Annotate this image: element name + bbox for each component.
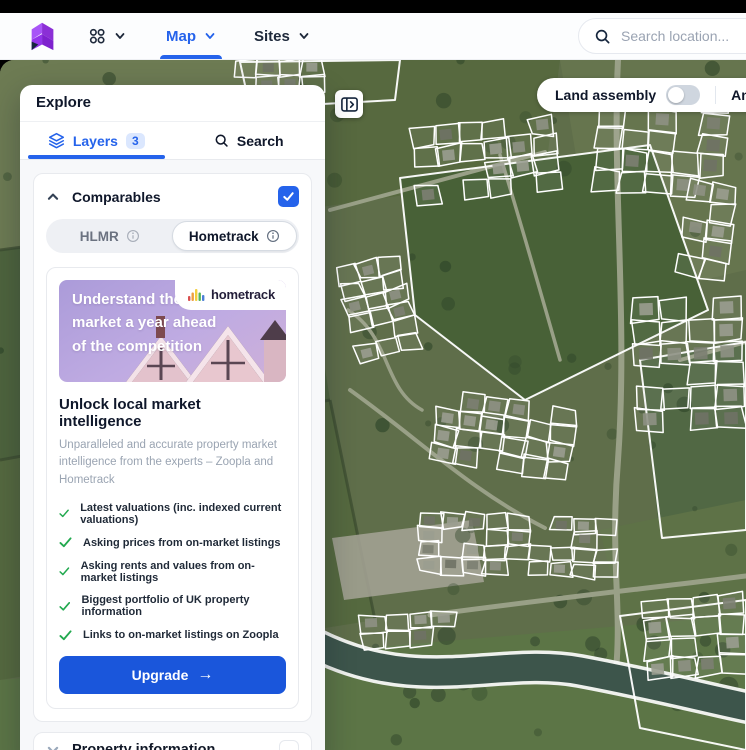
- segment-hlmr[interactable]: HLMR: [48, 221, 172, 251]
- app-window: Map Sites Search location... Land assemb…: [0, 0, 746, 750]
- promo-description: Unparalleled and accurate property marke…: [59, 439, 277, 486]
- comparables-source-switch: HLMR Hometrack: [46, 219, 299, 253]
- nav-map-label: Map: [166, 27, 196, 45]
- promo-heading: Unlock local market intelligence: [59, 396, 201, 430]
- feature-list: Latest valuations (inc. indexed current …: [59, 502, 286, 642]
- promo-banner: Understand the market a year ahead of th…: [59, 280, 286, 382]
- land-assembly-label: Land assembly: [555, 87, 657, 103]
- upgrade-label: Upgrade: [131, 666, 189, 683]
- layers-icon: [48, 132, 64, 149]
- explore-header: Explore: [20, 85, 325, 122]
- chevron-down-icon: [47, 747, 59, 750]
- feature-item: Biggest portfolio of UK property informa…: [59, 594, 286, 618]
- chevron-down-icon: [115, 33, 125, 39]
- panel-collapse-icon: [340, 96, 358, 112]
- segment-hometrack[interactable]: Hometrack: [171, 221, 297, 251]
- search-icon: [215, 134, 228, 147]
- grid-icon: [89, 28, 105, 44]
- hometrack-promo-card: Understand the market a year ahead of th…: [46, 267, 299, 709]
- tab-layers-label: Layers: [72, 132, 118, 149]
- explore-panel: Explore Layers 3 Search Comparables HLMR…: [20, 85, 325, 750]
- section-property-information[interactable]: Property information: [33, 731, 312, 750]
- panel-title: Explore: [36, 94, 92, 111]
- panel-tabs: Layers 3 Search: [20, 122, 325, 160]
- map-toolbar: Land assembly Annotations: [537, 78, 746, 112]
- comparables-header[interactable]: Comparables: [46, 186, 299, 207]
- nav-tab-sites[interactable]: Sites: [254, 13, 310, 59]
- content-area: Land assembly Annotations Explore Layers…: [0, 60, 746, 750]
- feature-item: Asking rents and values from on-market l…: [59, 560, 286, 584]
- info-icon[interactable]: [266, 229, 280, 243]
- location-search: [578, 18, 746, 54]
- check-icon: [283, 192, 294, 201]
- section-checkbox[interactable]: [279, 740, 299, 750]
- toolbar-divider: [715, 86, 717, 104]
- hometrack-label: Hometrack: [188, 228, 259, 244]
- nav-tab-map[interactable]: Map: [160, 13, 222, 59]
- upgrade-button[interactable]: Upgrade →: [59, 655, 286, 694]
- search-input[interactable]: [621, 28, 746, 44]
- feature-text: Links to on-market listings on Zoopla: [83, 629, 279, 642]
- annotations-button[interactable]: Annotations: [731, 87, 746, 103]
- hometrack-bars-icon: [188, 289, 205, 301]
- hlmr-label: HLMR: [79, 228, 119, 244]
- check-icon: [59, 537, 72, 548]
- window-top-strip: [0, 0, 746, 13]
- feature-text: Asking prices from on-market listings: [83, 536, 281, 549]
- comparables-title: Comparables: [72, 188, 161, 205]
- arrow-right-icon: →: [197, 665, 214, 683]
- feature-text: Biggest portfolio of UK property informa…: [81, 594, 250, 619]
- hometrack-brand-badge: hometrack: [175, 280, 286, 310]
- hometrack-wordmark: hometrack: [211, 287, 275, 302]
- chevron-down-icon: [299, 33, 309, 39]
- app-switcher-menu[interactable]: [88, 13, 126, 59]
- comparables-card: Comparables HLMR Hometrack Understand th…: [33, 173, 312, 722]
- check-icon: [59, 601, 71, 611]
- layers-count-badge: 3: [125, 132, 145, 149]
- feature-item: Latest valuations (inc. indexed current …: [59, 502, 286, 526]
- section-label: Property information: [72, 742, 215, 750]
- land-assembly-toggle[interactable]: [666, 85, 701, 105]
- tab-layers[interactable]: Layers 3: [20, 122, 173, 159]
- nav-sites-label: Sites: [254, 27, 290, 45]
- feature-item: Links to on-market listings on Zoopla: [59, 629, 286, 642]
- comparables-checkbox[interactable]: [278, 186, 299, 207]
- chevron-up-icon: [47, 193, 59, 200]
- feature-item: Asking prices from on-market listings: [59, 536, 286, 549]
- chevron-down-icon: [205, 33, 215, 39]
- tab-search-label: Search: [236, 132, 284, 149]
- feature-text: Asking rents and values from on-market l…: [80, 559, 255, 584]
- tab-search[interactable]: Search: [173, 122, 326, 159]
- info-icon[interactable]: [126, 229, 140, 243]
- check-icon: [59, 567, 70, 576]
- collapse-panel-button[interactable]: [335, 90, 363, 118]
- check-icon: [59, 509, 69, 518]
- check-icon: [59, 630, 72, 640]
- search-icon: [595, 29, 610, 43]
- app-logo[interactable]: [26, 19, 60, 53]
- top-nav: Map Sites: [0, 13, 746, 60]
- feature-text: Latest valuations (inc. indexed current …: [80, 501, 282, 526]
- layers-list: Comparables HLMR Hometrack Understand th…: [20, 160, 325, 750]
